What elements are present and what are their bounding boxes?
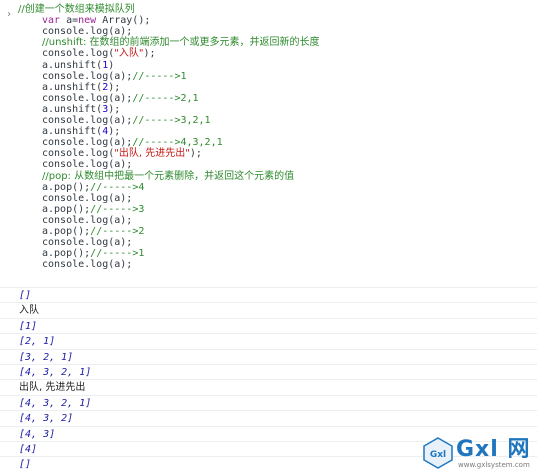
code-token: //----->2 [90, 226, 145, 237]
code-token: //----->3,2,1 [132, 115, 211, 126]
code-token: "出队, 先进先出" [114, 148, 190, 160]
array-output[interactable]: [] [19, 290, 31, 302]
code-token: a.unshift( [42, 126, 103, 138]
code-token: a.pop(); [42, 226, 91, 237]
code-token: //----->4 [90, 181, 145, 193]
array-output[interactable]: [] [19, 459, 31, 471]
watermark: Gxl Gxl 网 www.gxlsystem.com [422, 437, 534, 471]
code-token: console.log(a); [42, 214, 133, 226]
code-token: //pop: 从数组中把最一个元素删除，并返回这个元素的值 [42, 170, 295, 182]
array-output[interactable]: [1] [19, 321, 37, 333]
code-token: Array(); [96, 15, 151, 27]
code-token: var [42, 15, 61, 27]
code-token: console.log(a); [42, 70, 133, 82]
array-output[interactable]: [4, 3, 2, 1] [19, 367, 91, 379]
watermark-url: www.gxlsystem.com [458, 461, 530, 469]
code-token: //----->4,3,2,1 [132, 137, 223, 149]
code-token: ); [108, 103, 121, 115]
code-token: console.log(a); [42, 259, 133, 271]
code-token: console.log(a); [42, 192, 133, 204]
code-line: console.log(a); [42, 259, 132, 271]
code-token: //----->3 [90, 203, 145, 215]
code-token: console.log( [42, 48, 115, 60]
array-output[interactable]: [4, 3] [19, 429, 55, 441]
code-token: //创建一个数组来模拟队列 [18, 4, 135, 15]
code-token: ); [108, 126, 121, 138]
code-token: ); [143, 48, 156, 60]
code-token: a.unshift( [42, 81, 103, 93]
code-token: ) [108, 59, 115, 71]
code-token: //----->1 [90, 248, 145, 260]
array-output[interactable]: [2, 1] [19, 336, 55, 348]
code-token: a.pop(); [42, 248, 91, 260]
prompt-chevron-icon: › [6, 9, 13, 20]
code-token: new [78, 15, 97, 27]
code-token: console.log(a); [42, 115, 133, 126]
code-token: ); [189, 148, 202, 160]
code-token: console.log(a); [42, 237, 133, 249]
array-output[interactable]: [4, 3, 2] [19, 413, 73, 425]
svg-text:Gxl: Gxl [430, 450, 446, 460]
array-output[interactable]: [4] [19, 444, 37, 456]
watermark-name: Gxl 网 [456, 437, 531, 462]
code-token: console.log(a); [42, 137, 133, 149]
code-token: a.unshift( [42, 103, 103, 115]
code-token: console.log(a); [42, 159, 133, 171]
code-token: //----->2,1 [132, 92, 199, 104]
code-token: console.log( [42, 148, 115, 160]
array-output[interactable]: [3, 2, 1] [19, 352, 73, 364]
code-token: a.pop(); [42, 203, 91, 215]
log-message: 出队, 先进先出 [19, 382, 86, 394]
code-token: //unshift: 在数组的前端添加一个或更多元素，并返回新的长度 [42, 37, 320, 49]
code-token: //----->1 [132, 70, 187, 82]
code-token: console.log(a); [42, 92, 133, 104]
array-output[interactable]: [4, 3, 2, 1] [19, 398, 91, 410]
code-token: console.log(a); [42, 26, 133, 38]
code-token: a= [60, 15, 79, 27]
gxl-logo-icon: Gxl [423, 437, 453, 469]
log-message: 入队 [19, 305, 39, 317]
code-token: ); [108, 81, 121, 93]
code-token: a.pop(); [42, 181, 91, 193]
code-token: "入队" [114, 48, 144, 60]
code-token: a.unshift( [42, 59, 103, 71]
